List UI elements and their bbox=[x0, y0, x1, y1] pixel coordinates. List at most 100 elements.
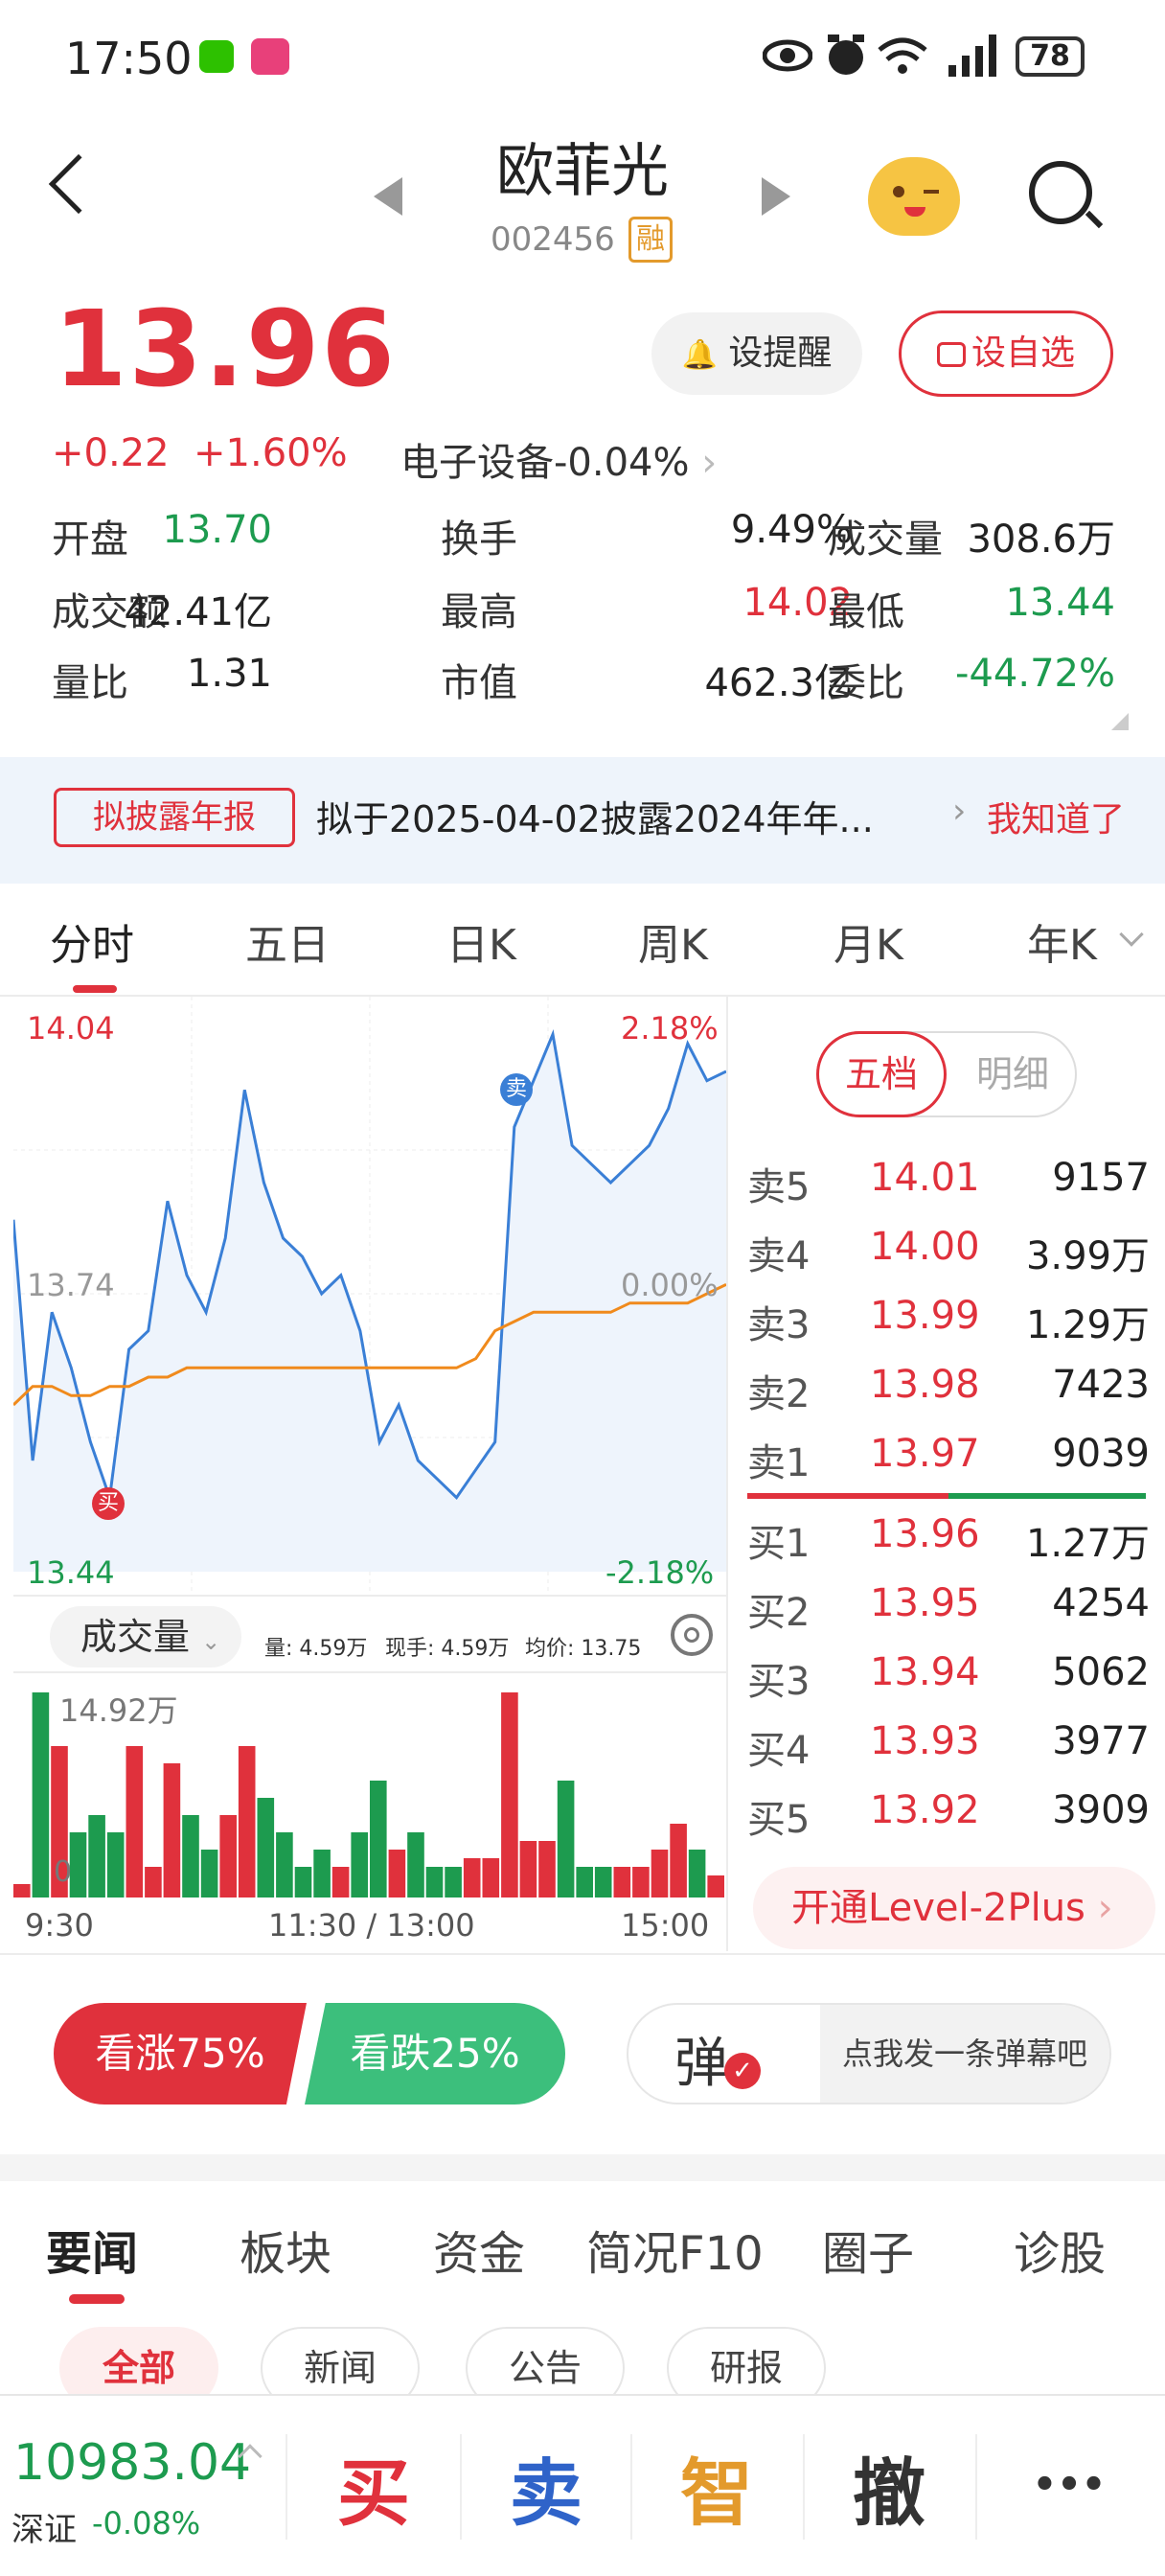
orderbook-row[interactable]: 卖5 14.01 9157 bbox=[747, 1156, 1150, 1213]
stat-value: 13.70 bbox=[162, 508, 272, 552]
orderbook-row[interactable]: 卖3 13.99 1.29万 bbox=[747, 1294, 1150, 1351]
volume-bar bbox=[200, 1850, 218, 1898]
orderbook-label: 卖5 bbox=[747, 1165, 811, 1209]
volume-bar bbox=[670, 1824, 687, 1898]
stat-value: 462.3亿 bbox=[704, 661, 853, 705]
orderbook-price: 13.93 bbox=[870, 1719, 980, 1763]
sell-button[interactable]: 卖 bbox=[460, 2434, 632, 2540]
prev-stock-arrow-icon[interactable] bbox=[374, 177, 402, 216]
price-change: +0.22 +1.60% bbox=[52, 431, 348, 475]
volume-bar bbox=[69, 1832, 87, 1898]
tab-five-levels[interactable]: 五档 bbox=[816, 1031, 947, 1117]
mascot-icon[interactable] bbox=[868, 157, 960, 236]
chart-tab[interactable]: 五日 bbox=[245, 910, 330, 972]
news-tab[interactable]: 简况F10 bbox=[586, 2216, 764, 2283]
sector-link[interactable]: 电子设备-0.04% › bbox=[400, 431, 717, 487]
orderbook-price: 13.99 bbox=[870, 1294, 980, 1338]
divider bbox=[0, 1953, 1165, 1955]
orderbook-row[interactable]: 买3 13.94 5062 bbox=[747, 1650, 1150, 1708]
orderbook-volume: 1.27万 bbox=[1025, 1522, 1150, 1566]
volume-bar bbox=[106, 1832, 125, 1898]
orderbook-row[interactable]: 卖2 13.98 7423 bbox=[747, 1363, 1150, 1420]
buy-button[interactable]: 买 bbox=[287, 2434, 460, 2540]
status-bar: 17:50 78 bbox=[0, 0, 1165, 115]
orderbook-volume: 5062 bbox=[1052, 1650, 1150, 1694]
bearish-button[interactable]: 看跌25% bbox=[305, 2003, 565, 2104]
chart-tab[interactable]: 周K bbox=[638, 910, 708, 972]
volume-bar bbox=[370, 1781, 387, 1898]
news-tab[interactable]: 诊股 bbox=[1014, 2216, 1106, 2283]
divider bbox=[726, 997, 728, 1951]
section-gap bbox=[0, 2154, 1165, 2181]
stat-value: 42.41亿 bbox=[124, 590, 272, 634]
volume-bar bbox=[238, 1746, 256, 1898]
news-tab[interactable]: 板块 bbox=[240, 2216, 331, 2283]
cancel-order-button[interactable]: 撤 bbox=[803, 2434, 975, 2540]
search-icon[interactable] bbox=[1029, 161, 1092, 224]
notice-tag: 拟披露年报 bbox=[54, 788, 295, 847]
orderbook-label: 卖2 bbox=[747, 1372, 811, 1416]
sell-marker[interactable]: 卖 bbox=[500, 1073, 533, 1106]
chart-tab[interactable]: 年K bbox=[1027, 910, 1097, 972]
more-icon[interactable]: ••• bbox=[983, 2463, 1155, 2507]
chevron-down-icon[interactable] bbox=[1119, 922, 1144, 947]
buy-marker[interactable]: 买 bbox=[92, 1487, 125, 1520]
orderbook-price: 13.95 bbox=[870, 1581, 980, 1625]
news-tab[interactable]: 要闻 bbox=[46, 2216, 138, 2283]
volume-bar bbox=[594, 1867, 612, 1898]
volume-bar bbox=[613, 1867, 631, 1898]
set-alert-button[interactable]: 🔔 设提醒 bbox=[651, 312, 862, 395]
news-tab[interactable]: 圈子 bbox=[822, 2216, 914, 2283]
notice-ack-button[interactable]: 我知道了 bbox=[987, 792, 1125, 841]
wechat-icon bbox=[199, 40, 234, 73]
orderbook-price: 13.94 bbox=[870, 1650, 980, 1694]
danmu-input[interactable]: 点我发一条弹幕吧 bbox=[820, 2005, 1109, 2103]
change-value: +0.22 bbox=[52, 431, 170, 475]
volume-bar bbox=[294, 1867, 312, 1898]
chart-tab[interactable]: 日K bbox=[446, 910, 516, 972]
news-tab[interactable]: 资金 bbox=[433, 2216, 525, 2283]
bell-icon: 🔔 bbox=[681, 338, 718, 372]
orderbook-volume: 1.29万 bbox=[1025, 1303, 1150, 1347]
volume-bar bbox=[13, 1884, 31, 1898]
stat-value: 308.6万 bbox=[967, 518, 1115, 562]
orderbook-row[interactable]: 买1 13.96 1.27万 bbox=[747, 1512, 1150, 1570]
volume-bar bbox=[388, 1850, 406, 1898]
smart-button[interactable]: 智 bbox=[630, 2434, 803, 2540]
add-watchlist-button[interactable]: 设自选 bbox=[899, 310, 1113, 397]
sector-label: 电子设备-0.04% bbox=[400, 441, 690, 485]
orderbook-label: 卖3 bbox=[747, 1303, 811, 1347]
orderbook-volume: 9039 bbox=[1052, 1432, 1150, 1476]
orderbook-row[interactable]: 买4 13.93 3977 bbox=[747, 1719, 1150, 1777]
bullish-button[interactable]: 看涨75% bbox=[54, 2003, 307, 2104]
notice-text[interactable]: 拟于2025-04-02披露2024年年... bbox=[316, 790, 874, 842]
pct-top-label: 2.18% bbox=[621, 1010, 719, 1046]
danmu-toggle-icon[interactable]: 弹 bbox=[674, 2020, 728, 2098]
chevron-right-icon: › bbox=[952, 792, 967, 831]
orderbook-label: 买4 bbox=[747, 1729, 811, 1773]
alarm-icon bbox=[828, 34, 864, 75]
orderbook-label: 买1 bbox=[747, 1522, 811, 1566]
level2-label: 开通Level-2Plus bbox=[791, 1886, 1085, 1930]
check-icon: ✓ bbox=[724, 2053, 761, 2089]
orderbook-row[interactable]: 买2 13.95 4254 bbox=[747, 1581, 1150, 1639]
orderbook-row[interactable]: 买5 13.92 3909 bbox=[747, 1788, 1150, 1846]
expand-corner-icon[interactable] bbox=[1111, 713, 1129, 730]
orderbook-row[interactable]: 卖4 14.00 3.99万 bbox=[747, 1225, 1150, 1282]
orderbook-volume: 7423 bbox=[1052, 1363, 1150, 1407]
next-stock-arrow-icon[interactable] bbox=[762, 177, 790, 216]
hand-info: 现手: 4.59万 bbox=[385, 1637, 510, 1661]
chart-tab[interactable]: 分时 bbox=[50, 910, 134, 972]
battery-indicator: 78 bbox=[1016, 36, 1085, 77]
index-value[interactable]: 10983.04 bbox=[13, 2434, 251, 2492]
volume-bar bbox=[651, 1850, 669, 1898]
volume-bar bbox=[688, 1850, 706, 1898]
indicator-select[interactable]: 成交量 ⌄ bbox=[50, 1606, 241, 1668]
settings-icon[interactable] bbox=[671, 1614, 713, 1656]
time-mid-label: 11:30 / 13:00 bbox=[268, 1907, 475, 1944]
tab-trade-detail[interactable]: 明细 bbox=[948, 1031, 1077, 1117]
orderbook-row[interactable]: 卖1 13.97 9039 bbox=[747, 1432, 1150, 1489]
chart-tab[interactable]: 月K bbox=[834, 910, 903, 972]
level2-upgrade-button[interactable]: 开通Level-2Plus › bbox=[753, 1867, 1155, 1949]
y-mid-label: 13.74 bbox=[27, 1267, 115, 1303]
